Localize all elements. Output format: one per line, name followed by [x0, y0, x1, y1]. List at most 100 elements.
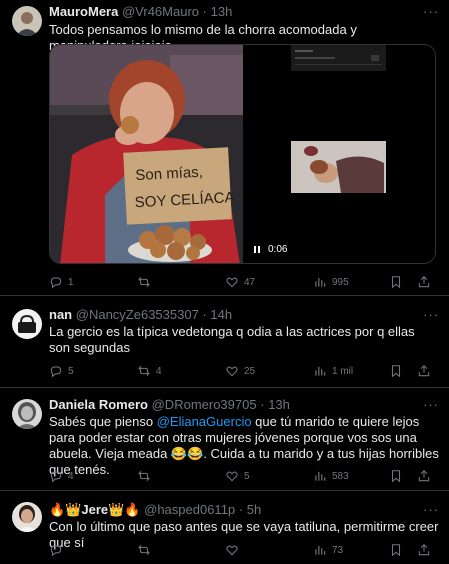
share-icon [417, 275, 431, 289]
views-icon [313, 543, 327, 557]
video-duration: 0:06 [268, 244, 288, 255]
share-button[interactable] [417, 468, 431, 484]
reply-icon [49, 543, 63, 557]
retweet-count: 4 [156, 365, 162, 377]
bookmark-icon [389, 275, 403, 289]
more-options-icon[interactable]: ··· [423, 503, 439, 517]
like-button[interactable] [225, 542, 244, 558]
video-screen-overlay [291, 45, 386, 71]
mention-link[interactable]: @ElianaGuercio [157, 414, 252, 429]
reply-count: 5 [68, 365, 74, 377]
reply-count: 4 [68, 470, 74, 482]
views-icon [313, 364, 327, 378]
share-icon [417, 364, 431, 378]
reply-button[interactable]: 5 [49, 363, 74, 379]
share-icon [417, 469, 431, 483]
reply-icon [49, 275, 63, 289]
author-handle[interactable]: @NancyZe63535307 [76, 307, 199, 322]
tweet[interactable]: Daniela Romero @DRomero39705 · 13h ··· S… [0, 389, 449, 491]
views-button[interactable]: 73 [313, 542, 343, 558]
tweet-actions: 1 47 995 [49, 274, 439, 290]
reply-icon [49, 469, 63, 483]
tweet[interactable]: 🔥👑Jere👑🔥 @hasped0611p · 5h ··· Con lo úl… [0, 492, 449, 564]
retweet-button[interactable] [137, 274, 156, 290]
separator-dot: · [238, 502, 244, 517]
retweet-icon [137, 469, 151, 483]
share-icon [417, 543, 431, 557]
tweet[interactable]: nan @NancyZe63535307 · 14h ··· La gercio… [0, 297, 449, 388]
retweet-button[interactable]: 4 [137, 363, 162, 379]
like-icon [225, 469, 239, 483]
avatar[interactable] [12, 6, 42, 36]
views-button[interactable]: 995 [313, 274, 349, 290]
like-button[interactable]: 5 [225, 468, 250, 484]
author-handle[interactable]: @Vr46Mauro [122, 4, 199, 19]
retweet-icon [137, 275, 151, 289]
avatar[interactable] [12, 502, 42, 532]
tweet-photo[interactable]: Son mías, SOY CELÍACA [50, 45, 243, 263]
tweet-actions: 73 [49, 542, 439, 558]
tweet-time[interactable]: 5h [247, 502, 261, 517]
share-button[interactable] [417, 363, 431, 379]
more-options-icon[interactable]: ··· [423, 398, 439, 412]
reply-icon [49, 364, 63, 378]
pause-icon[interactable] [254, 246, 260, 253]
separator-dot: · [202, 4, 207, 19]
tweet[interactable]: MauroMera @Vr46Mauro · 13h ··· Todos pen… [0, 0, 449, 296]
bookmark-button[interactable] [389, 363, 403, 379]
tweet-header: nan @NancyZe63535307 · 14h [49, 307, 437, 323]
bookmark-icon [389, 364, 403, 378]
views-button[interactable]: 1 mil [313, 363, 353, 379]
author-name[interactable]: MauroMera [49, 4, 118, 19]
tweet-actions: 5 4 25 1 mil [49, 363, 439, 379]
separator-dot: · [260, 397, 265, 412]
share-button[interactable] [417, 542, 431, 558]
video-thumbnail [291, 141, 386, 193]
tweet-time[interactable]: 13h [211, 4, 233, 19]
reply-button[interactable] [49, 542, 68, 558]
reply-button[interactable]: 1 [49, 274, 74, 290]
tweet-actions: 4 5 583 [49, 468, 439, 484]
tweet-header: Daniela Romero @DRomero39705 · 13h [49, 397, 437, 413]
views-count: 1 mil [332, 365, 354, 377]
tweet-video[interactable]: 0:06 [244, 45, 435, 263]
like-button[interactable]: 25 [225, 363, 255, 379]
tweet-media[interactable]: Son mías, SOY CELÍACA 0:06 [49, 44, 436, 264]
avatar[interactable] [12, 399, 42, 429]
reply-button[interactable]: 4 [49, 468, 74, 484]
tweet-time[interactable]: 14h [210, 307, 232, 322]
avatar[interactable] [12, 309, 42, 339]
share-button[interactable] [417, 274, 431, 290]
tweet-header: 🔥👑Jere👑🔥 @hasped0611p · 5h [49, 502, 437, 518]
retweet-button[interactable] [137, 542, 156, 558]
retweet-icon [137, 364, 151, 378]
author-name[interactable]: 🔥👑Jere👑🔥 [49, 502, 141, 517]
views-icon [313, 469, 327, 483]
tweet-time[interactable]: 13h [268, 397, 290, 412]
author-name[interactable]: nan [49, 307, 72, 322]
like-count: 47 [244, 276, 256, 288]
bookmark-button[interactable] [389, 542, 403, 558]
like-button[interactable]: 47 [225, 274, 255, 290]
author-handle[interactable]: @hasped0611p [144, 502, 235, 517]
like-count: 5 [244, 470, 250, 482]
bookmark-button[interactable] [389, 274, 403, 290]
views-count: 995 [332, 276, 349, 288]
views-icon [313, 275, 327, 289]
reply-count: 1 [68, 276, 74, 288]
video-controls: 0:06 [254, 244, 287, 255]
views-button[interactable]: 583 [313, 468, 349, 484]
tweet-header: MauroMera @Vr46Mauro · 13h [49, 4, 437, 20]
tweet-text: La gercio es la típica vedetonga q odia … [49, 324, 415, 355]
separator-dot: · [202, 307, 207, 322]
like-icon [225, 364, 239, 378]
author-name[interactable]: Daniela Romero [49, 397, 148, 412]
retweet-button[interactable] [137, 468, 156, 484]
more-options-icon[interactable]: ··· [423, 308, 439, 322]
tweet-text-start: Sabés que pienso [49, 414, 157, 429]
bookmark-button[interactable] [389, 468, 403, 484]
more-options-icon[interactable]: ··· [423, 5, 439, 19]
views-count: 583 [332, 470, 349, 482]
retweet-icon [137, 543, 151, 557]
author-handle[interactable]: @DRomero39705 [152, 397, 257, 412]
